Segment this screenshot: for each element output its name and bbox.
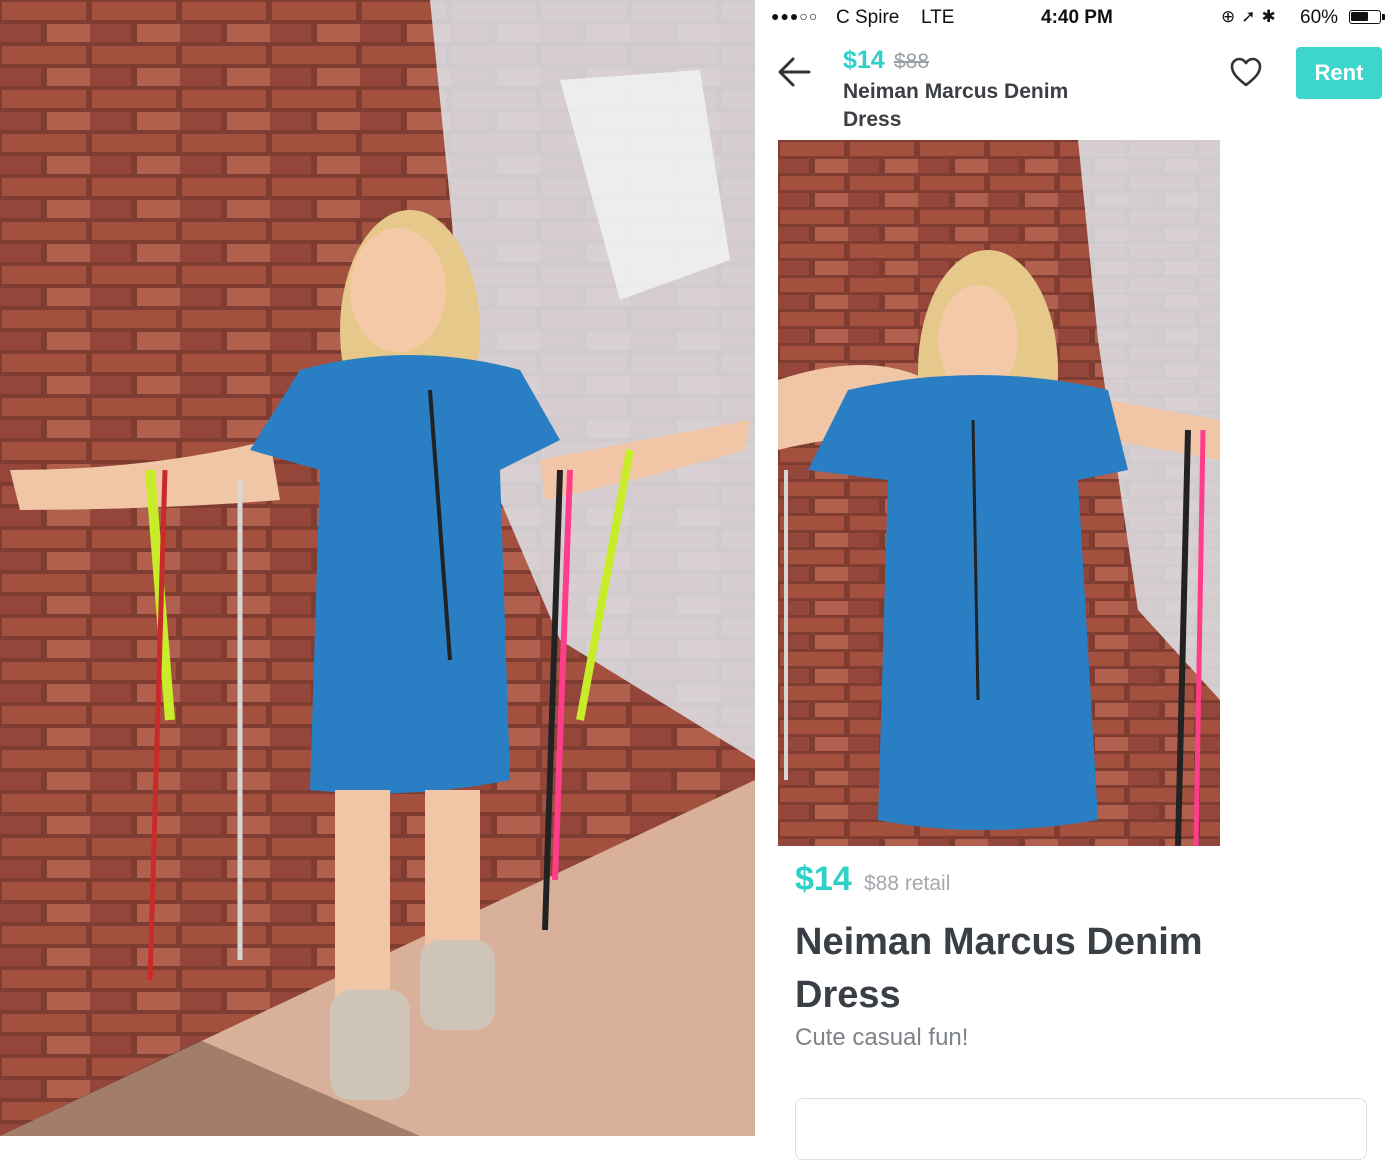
product-description: Cute casual fun! (795, 1024, 969, 1051)
product-title: Neiman Marcus Denim Dress (795, 921, 1203, 1016)
carrier-name: C Spire (836, 7, 900, 28)
retail-price-label: $88 retail (864, 872, 951, 895)
back-arrow-icon[interactable] (777, 54, 811, 90)
battery-percent: 60% (1300, 7, 1339, 28)
heart-icon[interactable] (1229, 56, 1263, 88)
header-retail-price: $88 (894, 50, 930, 73)
product-price: $14 (795, 860, 852, 898)
status-time: 4:40 PM (1041, 7, 1113, 28)
location-icon: ➚ (1241, 7, 1262, 26)
network-type: LTE (921, 7, 955, 28)
photo-illustration (0, 0, 755, 1136)
header-price: $14 (843, 46, 885, 74)
photo-illustration-small (778, 140, 1220, 846)
status-icons: ⊕➚✱ (1221, 7, 1282, 27)
signal-strength-icon: ●●●○○ (771, 8, 819, 24)
product-photo-large (0, 0, 755, 1136)
bluetooth-icon: ✱ (1261, 7, 1282, 26)
status-bar: ●●●○○ C Spire LTE 4:40 PM ⊕➚✱ 60% (755, 0, 1400, 36)
battery-icon (1349, 10, 1385, 24)
header-title: Neiman Marcus Denim Dress (843, 80, 1069, 131)
lock-rotation-icon: ⊕ (1221, 7, 1242, 26)
product-photo[interactable] (778, 140, 1220, 846)
rent-button[interactable]: Rent (1296, 47, 1382, 99)
nav-header: $14 $88 Neiman Marcus Denim Dress Rent (755, 36, 1400, 140)
details-card (795, 1098, 1367, 1160)
